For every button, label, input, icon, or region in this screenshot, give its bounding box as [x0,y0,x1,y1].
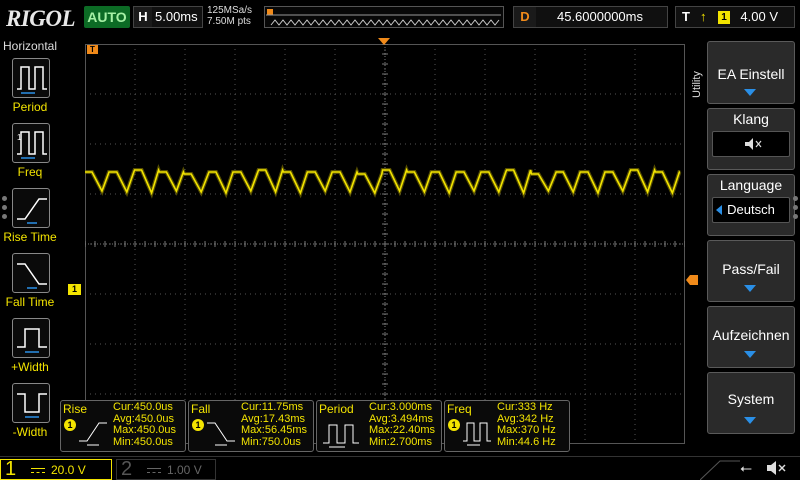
channel-1-marker[interactable]: 1 [68,284,81,295]
chevron-down-icon [744,89,756,96]
menu-pass-fail[interactable]: Pass/Fail [707,240,795,302]
speaker-muted-icon[interactable] [765,458,787,478]
measure-item-label: Period [12,100,48,114]
menu-ea-einstell[interactable]: EA Einstell [707,41,795,104]
rising-edge-icon: ↑ [700,9,707,24]
measurement-name: Period [319,402,354,416]
utility-menu: Utility EA Einstell Klang Language Deuts… [690,38,800,458]
rise-time-icon [12,188,50,228]
run-state-badge[interactable]: AUTO [84,6,130,28]
measurement-name: Freq [447,402,472,416]
timebase-indicator[interactable]: H 5.00ms [133,6,203,28]
trigger-flag: T [87,45,98,54]
channel-scale: 1.00 V [147,461,202,479]
measure-item-label: +Width [11,360,49,374]
bottom-slope-decoration [700,460,740,480]
measurement-values: Cur:3.000ms Avg:3.494ms Max:22.40ms Min:2.7… [369,401,436,448]
dc-coupling-icon [31,468,45,474]
right-scroll-dots [793,196,799,223]
measure-item-label: -Width [12,425,48,439]
measurement-fall[interactable]: Fall 1 Cur:11.75ms Avg:17.43ms Max:56.45ms… [188,400,314,452]
delay-value: 45.6000000ms [556,9,643,24]
chevron-down-icon [744,351,756,358]
chevron-down-icon [744,285,756,292]
channel-2-indicator[interactable]: 2 1.00 V [116,458,216,480]
measurement-values: Cur:450.0us Avg:450.0us Max:450.0us Min:450… [113,401,176,448]
sidebar-title: Horizontal [2,39,58,53]
measure-item-label: Freq [17,165,43,179]
trigger-indicator[interactable]: T ↑ 1 4.00 V [675,6,795,28]
menu-aufzeichnen[interactable]: Aufzeichnen [707,306,795,368]
rise-time-icon [79,422,107,446]
negative-width-icon [12,383,50,423]
trigger-label: T [682,9,690,24]
channel-1-indicator[interactable]: 1 20.0 V [0,458,112,480]
delay-label: D [514,7,536,27]
memory-overview-bar[interactable] [264,6,504,28]
measurement-values: Cur:333 Hz Avg:342 Hz Max:370 Hz Min:44.6 H… [497,401,556,448]
acquisition-info: 125MSa/s 7.50M pts [207,5,252,27]
measure-sidebar: Horizontal Period 1 Freq Rise Time Fall … [0,38,60,456]
sample-rate: 125MSa/s [207,5,253,16]
freq-icon [463,422,491,446]
period-icon [12,58,50,98]
measurement-freq[interactable]: Freq 1 Cur:333 Hz Avg:342 Hz Max:370 Hz Min… [444,400,570,452]
channel-scale: 20.0 V [31,461,111,479]
graticule [85,44,685,444]
positive-width-icon [12,318,50,358]
timebase-label: H [134,7,152,27]
rigol-logo: RIGOL [6,6,76,31]
svg-text:1: 1 [17,133,22,142]
measurement-rise[interactable]: Rise 1 Cur:450.0us Avg:450.0us Max:450.0us… [60,400,186,452]
menu-klang[interactable]: Klang [707,108,795,170]
trigger-level: 4.00 V [740,9,778,24]
speaker-muted-icon [712,131,790,157]
dc-coupling-icon [147,468,161,474]
measurement-channel: 1 [448,419,460,431]
freq-icon: 1 [12,123,50,163]
menu-label: EA Einstell [717,66,785,82]
fall-time-icon [207,422,235,446]
measure-item-fall-time[interactable]: Fall Time [0,253,60,315]
timebase-value: 5.00ms [155,9,198,24]
channel-number: 2 [121,458,133,480]
menu-label: Aufzeichnen [712,327,790,343]
measure-item-rise-time[interactable]: Rise Time [0,188,60,250]
usb-icon: ⭠ [740,460,753,477]
language-value: Deutsch [712,197,790,223]
top-status-bar: RIGOL AUTO H 5.00ms 125MSa/s 7.50M pts D … [0,0,800,38]
delay-indicator[interactable]: D 45.6000000ms [513,6,668,28]
channel-status-bar: 1 20.0 V 2 1.00 V ⭠ [0,456,800,480]
measure-item-positive-width[interactable]: +Width [0,318,60,380]
measure-item-label: Fall Time [5,295,55,309]
measurement-channel: 1 [64,419,76,431]
fall-time-icon [12,253,50,293]
measurement-name: Fall [191,402,211,416]
measure-item-period[interactable]: Period [0,58,60,120]
measurement-values: Cur:11.75ms Avg:17.43ms Max:56.45ms Min:750… [241,401,308,448]
memory-waveform-icon [266,9,501,26]
language-value-text: Deutsch [727,202,775,217]
trigger-source-badge: 1 [718,11,730,24]
chevron-down-icon [744,417,756,424]
menu-label: Pass/Fail [722,261,780,277]
menu-label: Language [719,177,783,193]
trigger-position-marker[interactable] [378,38,390,46]
period-icon [323,424,359,448]
channel-number: 1 [5,458,17,480]
menu-language[interactable]: Language Deutsch [707,174,795,236]
menu-label: System [727,391,775,407]
chevron-left-icon [716,205,722,215]
measurement-period[interactable]: Period 1 Cur:3.000msAvg:3.494msMax:22.40… [316,400,442,452]
menu-label: Klang [733,111,769,127]
menu-system[interactable]: System [707,372,795,434]
measurement-channel: 1 [192,419,204,431]
measurement-name: Rise [63,402,88,416]
memory-depth: 7.50M pts [207,16,251,27]
measure-item-negative-width[interactable]: -Width [0,383,60,445]
measure-item-freq[interactable]: 1 Freq [0,123,60,185]
utility-tab: Utility [691,71,703,98]
waveform-display[interactable] [85,44,685,444]
measure-item-label: Rise Time [3,230,57,244]
